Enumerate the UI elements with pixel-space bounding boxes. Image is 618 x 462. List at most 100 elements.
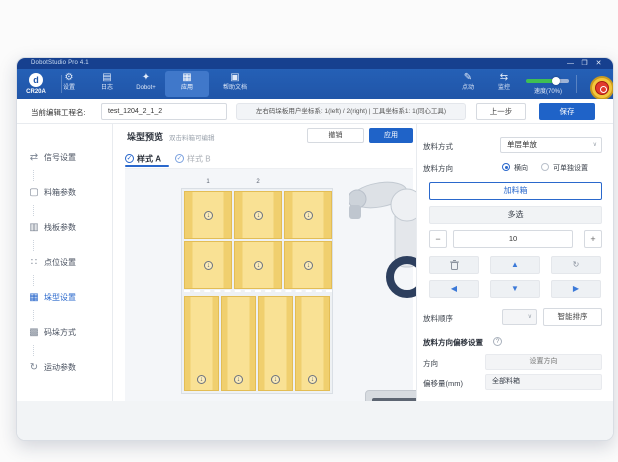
emergency-stop-icon <box>595 81 609 95</box>
emergency-stop-button[interactable] <box>590 76 613 100</box>
box[interactable]: ↓ <box>221 296 256 391</box>
place-point-icon: ↓ <box>304 261 313 270</box>
coordinate-info-badge: 左右码垛板用户坐标系: 1(left) / 2(right) | 工具坐标系1:… <box>236 103 466 120</box>
box-number-label: 2 <box>256 179 260 185</box>
toolbar-item-log[interactable]: ▤ 日志 <box>85 71 129 97</box>
arrow-down-icon: ▼ <box>511 284 519 293</box>
help-icon[interactable]: ? <box>493 337 502 346</box>
log-icon: ▤ <box>102 72 112 83</box>
preview-hint: 双击料箱可编辑 <box>169 135 215 142</box>
place-point-icon: ↓ <box>204 211 213 220</box>
layout-canvas[interactable]: 1 2 ↓ ↓ ↓ ↓ ↓ ↓ ↓ ↓ ↓ ↓ <box>125 168 427 414</box>
step-connector <box>33 345 34 356</box>
sidebar-item-motion-params[interactable]: ↻ 运动参数 <box>17 357 113 379</box>
pallet-divider-dashed-line <box>184 290 332 292</box>
sidebar-item-pattern-settings[interactable]: ▦ 垛型设置 <box>17 287 113 309</box>
previous-step-button[interactable]: 上一步 <box>476 103 526 120</box>
delete-box-button[interactable] <box>429 256 479 274</box>
sidebar-steps: ⇄ 信号设置 ▢ 料箱参数 ▥ 栈板参数 ∷ 点位设置 ▦ 垛型设置 ▩ 码垛方… <box>17 124 113 401</box>
place-direction-label: 放料方向 <box>423 164 453 173</box>
speed-slider-handle[interactable] <box>552 77 560 85</box>
move-left-button[interactable]: ◀ <box>429 280 479 298</box>
sidebar-item-point-settings[interactable]: ∷ 点位设置 <box>17 252 113 274</box>
pallet-icon: ▥ <box>29 222 39 233</box>
count-decrement-button[interactable]: − <box>429 230 447 248</box>
place-mode-label: 放料方式 <box>423 142 453 151</box>
offset-field[interactable]: 全部料箱 <box>485 374 602 390</box>
sidebar-item-signal-settings[interactable]: ⇄ 信号设置 <box>17 147 113 169</box>
undo-button[interactable]: 撤销 <box>307 128 364 143</box>
toolbar-item-dobot-plus[interactable]: ✦ Dobot+ <box>124 71 168 97</box>
multi-select-button[interactable]: 多选 <box>429 206 602 224</box>
add-box-button[interactable]: 加料箱 <box>429 182 602 200</box>
arrow-right-icon: ▶ <box>572 284 580 293</box>
placement-settings-panel: 放料方式 单层单放 ∨ 放料方向 横向 可单独设置 加料箱 多选 − 10 + <box>416 124 613 401</box>
box-number-label: 1 <box>206 179 210 185</box>
title-bar: DobotStudio Pro 4.1 — ❐ ✕ <box>17 58 613 69</box>
trash-icon <box>449 259 459 270</box>
step-connector <box>33 240 34 251</box>
save-button[interactable]: 保存 <box>539 103 595 120</box>
direction-field-label: 方向 <box>423 359 438 368</box>
box[interactable]: ↓ <box>258 296 293 391</box>
box[interactable]: ↓ <box>234 241 282 289</box>
box[interactable]: ↓ <box>184 241 232 289</box>
count-increment-button[interactable]: + <box>584 230 602 248</box>
order-select-disabled[interactable]: ∨ <box>502 309 537 325</box>
rotate-box-button[interactable]: ↻ <box>551 256 601 274</box>
signal-arrows-icon: ⇄ <box>29 152 39 163</box>
arrow-left-icon: ◀ <box>450 284 458 293</box>
dobot-logo-icon: d <box>29 73 43 87</box>
box-icon: ▢ <box>29 187 39 198</box>
sidebar-item-stacking-method[interactable]: ▩ 码垛方式 <box>17 322 113 344</box>
toolbar-item-help-docs[interactable]: ▣ 帮助文档 <box>213 71 257 97</box>
radio-horizontal[interactable] <box>502 163 510 171</box>
check-circle-icon: ✓ <box>125 154 134 164</box>
place-point-icon: ↓ <box>271 375 280 384</box>
offset-field-label: 偏移量(mm) <box>423 379 463 388</box>
place-mode-select[interactable]: 单层单放 ∨ <box>500 137 602 153</box>
tab-style-a[interactable]: ✓ 样式 A <box>125 150 161 164</box>
restore-button[interactable]: ❐ <box>580 59 589 68</box>
project-name-label: 当前编辑工程名: <box>31 108 86 117</box>
step-connector <box>33 205 34 216</box>
count-input[interactable]: 10 <box>453 230 573 248</box>
toolbar-item-app[interactable]: ▦ 应用 <box>165 71 209 97</box>
place-point-icon: ↓ <box>254 261 263 270</box>
box[interactable]: ↓ <box>184 296 219 391</box>
box[interactable]: ↓ <box>234 191 282 239</box>
apply-button[interactable]: 应用 <box>369 128 413 143</box>
close-button[interactable]: ✕ <box>594 59 603 68</box>
box[interactable]: ↓ <box>284 191 332 239</box>
move-up-button[interactable]: ▲ <box>490 256 540 274</box>
speed-label: 速度(70%) <box>533 89 562 95</box>
screen: DobotStudio Pro 4.1 — ❐ ✕ d CR20A ⚙ 设置 ▤… <box>0 0 618 462</box>
sidebar-item-box-params[interactable]: ▢ 料箱参数 <box>17 182 113 204</box>
box[interactable]: ↓ <box>184 191 232 239</box>
place-point-icon: ↓ <box>308 375 317 384</box>
move-right-button[interactable]: ▶ <box>551 280 601 298</box>
place-point-icon: ↓ <box>254 211 263 220</box>
step-connector <box>33 170 34 181</box>
toolbar-separator-2 <box>576 75 577 93</box>
project-name-input[interactable]: test_1204_2_1_2 <box>101 103 227 120</box>
smart-sort-button[interactable]: 智能排序 <box>543 308 602 326</box>
radio-individual[interactable] <box>541 163 549 171</box>
app-title: DobotStudio Pro 4.1 <box>31 60 89 66</box>
direction-field[interactable]: 设置方向 <box>485 354 602 370</box>
toolbar-item-jog[interactable]: ✎ 点动 <box>451 71 485 97</box>
move-down-button[interactable]: ▼ <box>490 280 540 298</box>
active-tab-underline <box>125 165 169 167</box>
sidebar-item-pallet-params[interactable]: ▥ 栈板参数 <box>17 217 113 239</box>
monitor-arrows-icon: ⇆ <box>499 72 509 83</box>
window-footer <box>17 401 613 440</box>
box[interactable]: ↓ <box>284 241 332 289</box>
box[interactable]: ↓ <box>295 296 330 391</box>
pallet-preview: 1 2 ↓ ↓ ↓ ↓ ↓ ↓ ↓ ↓ ↓ ↓ <box>181 179 333 394</box>
minimize-button[interactable]: — <box>566 59 575 68</box>
arrow-up-icon: ▲ <box>511 260 519 269</box>
step-connector <box>33 275 34 286</box>
toolbar-item-monitor[interactable]: ⇆ 监控 <box>487 71 521 97</box>
pattern-grid-icon: ▦ <box>29 292 39 303</box>
tab-style-b[interactable]: ✓ 样式 B <box>175 150 211 164</box>
